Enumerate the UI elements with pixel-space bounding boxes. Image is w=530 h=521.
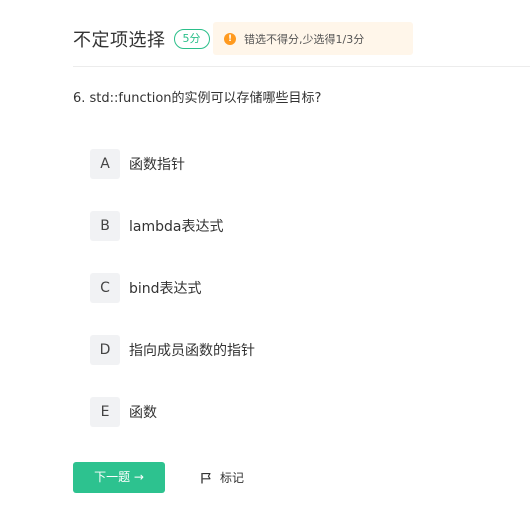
option-b[interactable]: B lambda表达式 — [90, 211, 223, 241]
question-header: 不定项选择 5分 — [73, 22, 210, 56]
option-text: 函数指针 — [129, 157, 185, 173]
option-letter: E — [90, 397, 120, 427]
option-text: bind表达式 — [129, 281, 202, 297]
option-c[interactable]: C bind表达式 — [90, 273, 202, 303]
section-title: 不定项选择 — [73, 30, 166, 51]
flag-icon — [201, 472, 211, 483]
option-letter: D — [90, 335, 120, 365]
option-d[interactable]: D 指向成员函数的指针 — [90, 335, 255, 365]
option-a[interactable]: A 函数指针 — [90, 149, 185, 179]
question-text: 6. std::function的实例可以存储哪些目标? — [73, 91, 322, 106]
option-text: 指向成员函数的指针 — [129, 343, 255, 359]
option-text: 函数 — [129, 405, 157, 421]
quiz-page: 不定项选择 5分 ! 错选不得分,少选得1/3分 6. std::functio… — [0, 0, 530, 521]
option-e[interactable]: E 函数 — [90, 397, 157, 427]
option-letter: C — [90, 273, 120, 303]
warning-icon: ! — [224, 32, 236, 45]
mark-label: 标记 — [220, 471, 245, 485]
mark-button[interactable]: 标记 — [200, 462, 244, 493]
header-divider — [73, 66, 530, 67]
hint-text: 错选不得分,少选得1/3分 — [244, 32, 365, 46]
score-badge: 5分 — [173, 29, 210, 49]
scoring-hint: ! 错选不得分,少选得1/3分 — [213, 22, 413, 55]
next-question-button[interactable]: 下一题 → — [73, 462, 165, 493]
option-text: lambda表达式 — [129, 219, 224, 235]
option-letter: B — [90, 211, 120, 241]
option-letter: A — [90, 149, 120, 179]
